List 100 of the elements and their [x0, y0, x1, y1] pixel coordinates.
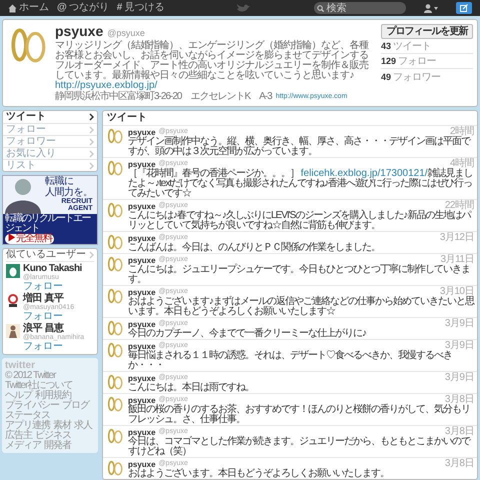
footer-link[interactable]: ブログ — [62, 401, 89, 411]
tweet-author: psyuxe — [128, 288, 156, 296]
bird-logo-icon — [236, 3, 250, 13]
logo-avatar-icon — [6, 294, 20, 308]
nav-glyph-icon: # — [116, 3, 122, 13]
user-icon — [424, 4, 432, 12]
caret-icon — [434, 6, 438, 10]
compose-icon — [460, 4, 468, 12]
ad-headline: 人間力を。 — [45, 187, 92, 198]
footer-link[interactable]: ステータス — [5, 411, 50, 421]
tweet-time: 3月10日 — [440, 287, 474, 297]
follow-link[interactable]: フォロー — [23, 342, 63, 352]
twitter-wordmark: twitter — [5, 360, 35, 371]
rings-avatar — [106, 341, 124, 359]
tweet-time: 2時間 — [450, 127, 474, 137]
tweet-text: こんにちは。ジュエリープシュケーです。今日もひとつひとつ丁寧に制作していきます。 — [128, 265, 471, 285]
tweet-time: 3月9日 — [444, 319, 474, 329]
ad-headline: 転職に — [45, 176, 74, 187]
tweet-text: おはようございます♪まずはメールの返信やご連絡などの仕事から始めていきたいと思います。本日もどうぞよろしくお願いいたします☆ — [128, 297, 474, 317]
tweet-author: psyuxe — [128, 342, 156, 350]
rings-avatar — [106, 233, 124, 251]
rings-avatar — [106, 373, 124, 391]
profile-handle: @psyuxe — [107, 28, 145, 39]
profile-stat-link[interactable]: 129 フォロー — [381, 56, 473, 69]
edit-profile-button[interactable]: プロフィールを更新 — [381, 24, 473, 39]
timeline-title: ツイート — [106, 111, 148, 125]
tweet-time: 3月8日 — [444, 427, 474, 437]
sidebar-nav-item[interactable]: フォロワー — [3, 135, 97, 147]
rings-avatar — [106, 395, 124, 413]
tweet-text: おはようございます。本日もどうぞよろしくお願いいたします。 — [128, 469, 390, 479]
tweet-author: psyuxe — [128, 256, 156, 264]
tweet-time: 4時間 — [450, 159, 474, 169]
tweet-time: 3月8日 — [444, 395, 474, 405]
footer-link[interactable]: 求人 — [74, 421, 92, 431]
follow-link[interactable]: フォロー — [23, 312, 63, 322]
compose-button[interactable] — [456, 2, 472, 14]
footer-link[interactable]: © 2012 Twitter — [5, 371, 56, 381]
tweet-time: 3月11日 — [440, 255, 474, 265]
tweet-text: こんにちは。本日は雨ですね。 — [128, 383, 255, 393]
rings-avatar — [106, 255, 124, 273]
home-icon — [8, 4, 17, 12]
tweet-text: ［『花時間』春号の香港ページか。。。］ felicehk.exblog.jp/17300121/雑誌見ましたよ～♪textだけでなく写真も撮影されたんですね♪香港へ遊びに行った際にはぜひ行ってみたいです☆ — [128, 169, 474, 199]
footer-link[interactable]: ビジネス — [35, 431, 71, 441]
rings-avatar — [106, 287, 124, 305]
footer-link[interactable]: 利用規約 — [35, 391, 71, 401]
chevron-icon — [89, 251, 94, 259]
footer-link[interactable]: 開発者 — [44, 441, 71, 451]
tweet-author: psyuxe — [128, 396, 156, 404]
footer-link[interactable]: 素材 — [53, 421, 71, 431]
footer-link[interactable]: ヘルプ — [5, 391, 32, 401]
account-menu-button[interactable] — [424, 4, 438, 12]
tweet-author: psyuxe — [128, 320, 156, 328]
person-silhouette-placeholder — [3, 176, 43, 214]
similar-users-header[interactable]: 似ているユーザー — [6, 249, 94, 262]
rings-avatar — [106, 427, 124, 445]
footer-link[interactable]: Twitter社について — [5, 381, 72, 391]
nav-tab[interactable]: @ つながり — [57, 3, 109, 13]
profile-stat-link[interactable]: 43 ツイート — [381, 41, 473, 54]
tweet-time: 3月8日 — [444, 459, 474, 469]
tweet-author: psyuxe — [128, 374, 156, 382]
rings-avatar — [106, 459, 124, 477]
search-field[interactable]: 検索 — [314, 2, 406, 14]
tweet-author: psyuxe — [128, 234, 156, 242]
rings-avatar — [106, 319, 124, 337]
profile-stat-link[interactable]: 49 フォロワー — [381, 71, 473, 84]
ad-caption: 転職のリクルートエージェント — [5, 214, 92, 234]
ad-badge: ▶完全無料 — [5, 234, 54, 244]
footer-link[interactable]: アプリ連携 — [5, 421, 50, 431]
nav-tab[interactable]: ホーム — [8, 3, 49, 13]
profile-bio: マリッジリング（結婚指輪）、エンゲージリング（婚約指輪）など、各種お客様とお会いし、お話を伺いながらイメージを膨らませてデザインするフルオーダーメイド、アート性の高いオリジナルジュエリーを制作＆販売しています。最新情報や日々の些細なことを呟いていこうと思います♪ http://psyuxe.exblog.jp/ — [55, 41, 370, 91]
tweet-text: 毎日悩まされる１１時の誘惑。それは、デザート♡食べるべきか、我慢するべきか・・・ — [128, 351, 453, 371]
footer-link[interactable]: 広告主 — [5, 431, 32, 441]
bio-link[interactable]: http://psyuxe.exblog.jp/ — [55, 80, 158, 91]
tweet-author: psyuxe — [128, 202, 156, 210]
user-name: Kuno Takashi — [23, 264, 82, 274]
tweet-text: 飯田の桜の香りのするお茶、おすすめです！ほんのりと桜餅の香りがして、気分もリフレッシュ。さ、仕事仕事。 — [128, 405, 471, 425]
tweet-text: こんにちは♪春ですね～♪久しぶりにLEVI'Sのジーンズを購入しました♪新品の生地はパリッとしていて気持ちが良いですね☆自然に背筋も伸びます。 — [128, 211, 472, 231]
figure-avatar-icon — [6, 324, 20, 338]
profile-location: 静岡県浜松市中区富塚町3-26-20 エクセレントK A-3 — [55, 92, 272, 102]
nav-glyph-icon: @ — [57, 3, 67, 13]
nav-tab[interactable]: # 見つける — [116, 3, 164, 13]
sidebar-nav-item[interactable]: ツイート — [3, 111, 97, 123]
sidebar-nav-item[interactable]: リスト — [3, 159, 97, 171]
tweet-text: デザイン画制作中なう。縦、横、奥行き、幅、厚さ、高さ・・・デザイン画は平面ですが、頭の中は３次元空間が広がっています。 — [128, 137, 472, 157]
tweet-text: 今日は、コマゴマとした作業が続きます。ジュエリーだから、もともとこまかいのですけどね（笑） — [128, 437, 472, 457]
user-name: 増田 真平 — [23, 294, 64, 304]
tweet-time: 3月9日 — [444, 341, 474, 351]
tweet-author: psyuxe — [128, 128, 156, 136]
tweet-link[interactable]: felicehk.exblog.jp/17300121/ — [300, 168, 428, 179]
egg-avatar-icon — [6, 264, 20, 278]
rings-avatar — [106, 127, 124, 145]
follow-link[interactable]: フォロー — [23, 282, 63, 292]
rings-avatar — [106, 201, 124, 219]
tweet-author: psyuxe — [128, 428, 156, 436]
footer-link[interactable]: メディア — [5, 441, 41, 451]
sidebar-nav-item[interactable]: フォロー — [3, 123, 97, 135]
rings-avatar — [106, 159, 124, 177]
tweet-time: 22時間 — [444, 201, 474, 211]
footer-link[interactable]: プライバシー — [5, 401, 59, 411]
sidebar-nav-item[interactable]: お気に入り — [3, 147, 97, 159]
